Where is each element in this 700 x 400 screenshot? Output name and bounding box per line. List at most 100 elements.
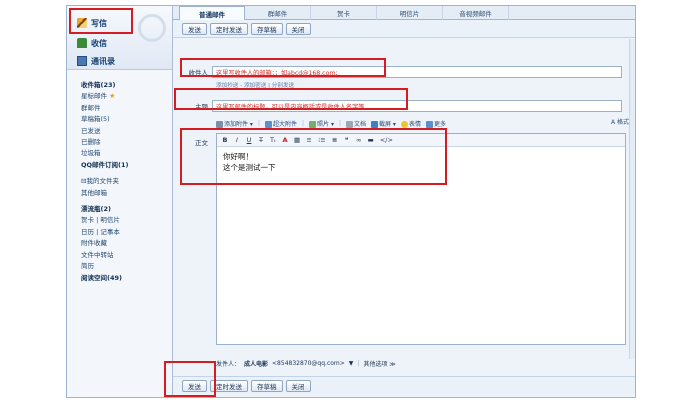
tool-reading-space[interactable]: 阅读空间(49) (81, 273, 172, 284)
inbox-button[interactable]: 收信 (77, 36, 107, 50)
folder-subscriptions[interactable]: QQ邮件订阅(1) (81, 160, 172, 171)
image-icon (309, 120, 317, 128)
folder-group-mail[interactable]: 群邮件 (81, 103, 172, 114)
my-folders-header[interactable]: ⊟我的文件夹 (81, 176, 172, 187)
close-button[interactable]: 关闭 (285, 22, 311, 35)
formatting-toolbar: B I U T̶ Tₜ A ▦ ≡ ⁝≡ ≣ ❝ ∞ ▬ </> (217, 134, 625, 147)
recipient-label: 收件人 (188, 69, 209, 77)
emoji-button[interactable]: 表情 (400, 119, 421, 128)
send-button[interactable]: 发送 (182, 22, 207, 35)
tab-greeting-card[interactable]: 贺卡 (311, 6, 377, 20)
contacts-button[interactable]: 通讯录 (77, 54, 115, 68)
bottom-toolbar: 发送 定时发送 存草稿 关闭 (173, 376, 635, 394)
background-color-icon[interactable]: ▦ (294, 136, 300, 144)
italic-icon[interactable]: I (234, 136, 240, 144)
body-line: 你好啊！ (223, 152, 253, 161)
grid-icon (425, 120, 433, 128)
recipient-input[interactable]: 这里写收件人的邮箱；；如abcd@168.com; (212, 66, 622, 78)
tab-av-mail[interactable]: 音视频邮件 (443, 6, 509, 20)
font-color-icon[interactable]: A (282, 136, 288, 144)
body-text[interactable]: 你好啊！ 这个是测试一下 (217, 147, 625, 177)
sender-dropdown-icon[interactable]: ▼ (349, 360, 354, 367)
screenshot-button[interactable]: 截屏 ▾ (371, 119, 396, 128)
folder-drafts[interactable]: 草稿箱(5) (81, 114, 172, 125)
sender-email: <854832870@qq.com> (272, 360, 345, 367)
large-file-icon (264, 120, 272, 128)
indent-icon[interactable]: ≣ (332, 136, 338, 144)
more-button[interactable]: 更多 (425, 119, 446, 128)
compose-label: 写信 (91, 18, 107, 28)
inbox-icon (77, 38, 87, 48)
document-icon (345, 120, 353, 128)
save-draft-button-bottom[interactable]: 存草稿 (251, 379, 283, 392)
compose-button[interactable]: 写信 (77, 16, 107, 30)
compose-pane: 普通邮件 群邮件 贺卡 明信片 音视频邮件 发送 定时发送 存草稿 关闭 收件人… (173, 6, 635, 397)
quote-icon[interactable]: ❝ (344, 136, 350, 144)
logo-watermark-icon (138, 14, 166, 42)
sender-label: 发件人： (216, 361, 241, 368)
scheduled-send-button-bottom[interactable]: 定时发送 (210, 379, 248, 392)
tool-calendar[interactable]: 日历 | 记事本 (81, 227, 172, 238)
bullet-list-icon[interactable]: ⁝≡ (318, 136, 326, 144)
attachment-toolbar: 添加附件 ▾ | 超大附件 | 照片 ▾ | 文档 截屏 ▾ 表情 更多 A 格… (216, 117, 629, 129)
tool-drift-bottle[interactable]: 漂流瓶(2) (81, 204, 172, 215)
subject-row: 主题 这里写邮件的标题，可以是内容概括或是收件人名字等 (173, 100, 635, 112)
tool-file-transfer[interactable]: 文件中转站 (81, 250, 172, 261)
folder-sent[interactable]: 已发送 (81, 126, 172, 137)
address-book-icon (77, 56, 87, 66)
tab-group-mail[interactable]: 群邮件 (245, 6, 311, 20)
send-button-bottom[interactable]: 发送 (182, 379, 207, 392)
add-attachment-button[interactable]: 添加附件 ▾ (216, 119, 253, 128)
smiley-icon (400, 120, 408, 128)
horizontal-rule-icon[interactable]: ▬ (368, 136, 374, 144)
pencil-icon (77, 18, 87, 28)
body-label: 正文 (195, 139, 208, 147)
sender-name: 成人电影 (244, 361, 269, 368)
cc-bcc-links[interactable]: 添加抄送 - 添加密送 | 分别发送 (216, 81, 294, 89)
vertical-scrollbar[interactable] (629, 39, 635, 359)
mail-window: 写信 收信 通讯录 收件箱(23) 星标邮件 ★ 群邮件 草稿箱(5) 已发送 … (66, 5, 636, 398)
inbox-label: 收信 (91, 38, 107, 48)
recipient-row: 收件人 这里写收件人的邮箱；；如abcd@168.com; (173, 66, 635, 78)
tool-cards[interactable]: 贺卡 | 明信片 (81, 215, 172, 226)
sender-row: 发件人： 成人电影 <854832870@qq.com> ▼ | 其他选项 ≫ (216, 359, 396, 368)
compose-form: 收件人 这里写收件人的邮箱；；如abcd@168.com; 添加抄送 - 添加密… (173, 39, 635, 359)
other-mailbox-link[interactable]: 其他邮箱 (81, 188, 172, 199)
source-code-icon[interactable]: </> (380, 136, 393, 144)
save-draft-button[interactable]: 存草稿 (251, 22, 283, 35)
format-button[interactable]: A 格式 (611, 117, 629, 126)
large-attachment-button[interactable]: 超大附件 (264, 119, 297, 128)
star-icon: ★ (109, 92, 116, 101)
underline-icon[interactable]: U (246, 136, 252, 144)
contacts-label: 通讯录 (91, 56, 115, 66)
tab-normal-mail[interactable]: 普通邮件 (179, 6, 245, 20)
close-button-bottom[interactable]: 关闭 (285, 379, 311, 392)
folder-inbox[interactable]: 收件箱(23) (81, 80, 172, 91)
align-icon[interactable]: ≡ (306, 136, 312, 144)
body-editor[interactable]: B I U T̶ Tₜ A ▦ ≡ ⁝≡ ≣ ❝ ∞ ▬ </> 你好啊！ 这个… (216, 133, 626, 345)
bold-icon[interactable]: B (222, 136, 228, 144)
mail-type-tabs: 普通邮件 群邮件 贺卡 明信片 音视频邮件 (173, 6, 635, 20)
font-size-icon[interactable]: Tₜ (270, 136, 276, 144)
other-options-link[interactable]: 其他选项 ≫ (363, 359, 395, 368)
folder-list: 收件箱(23) 星标邮件 ★ 群邮件 草稿箱(5) 已发送 已删除 垃圾箱 QQ… (67, 70, 172, 284)
link-icon[interactable]: ∞ (356, 136, 362, 144)
top-toolbar: 发送 定时发送 存草稿 关闭 (173, 20, 635, 38)
folder-starred[interactable]: 星标邮件 ★ (81, 91, 172, 102)
sidebar: 写信 收信 通讯录 收件箱(23) 星标邮件 ★ 群邮件 草稿箱(5) 已发送 … (67, 6, 173, 397)
sidebar-header: 写信 收信 通讯录 (67, 6, 172, 70)
tab-postcard[interactable]: 明信片 (377, 6, 443, 20)
subject-label: 主题 (195, 103, 208, 111)
tool-attachments[interactable]: 附件收藏 (81, 238, 172, 249)
document-button[interactable]: 文档 (345, 119, 366, 128)
image-button[interactable]: 照片 ▾ (309, 119, 334, 128)
scissors-icon (371, 120, 378, 128)
paperclip-icon (216, 120, 223, 128)
body-line: 这个是测试一下 (223, 163, 276, 172)
tool-resume[interactable]: 简历 (81, 261, 172, 272)
subject-input[interactable]: 这里写邮件的标题，可以是内容概括或是收件人名字等 (212, 100, 622, 112)
folder-spam[interactable]: 垃圾箱 (81, 148, 172, 159)
scheduled-send-button[interactable]: 定时发送 (210, 22, 248, 35)
folder-deleted[interactable]: 已删除 (81, 137, 172, 148)
strikethrough-icon[interactable]: T̶ (258, 136, 264, 144)
